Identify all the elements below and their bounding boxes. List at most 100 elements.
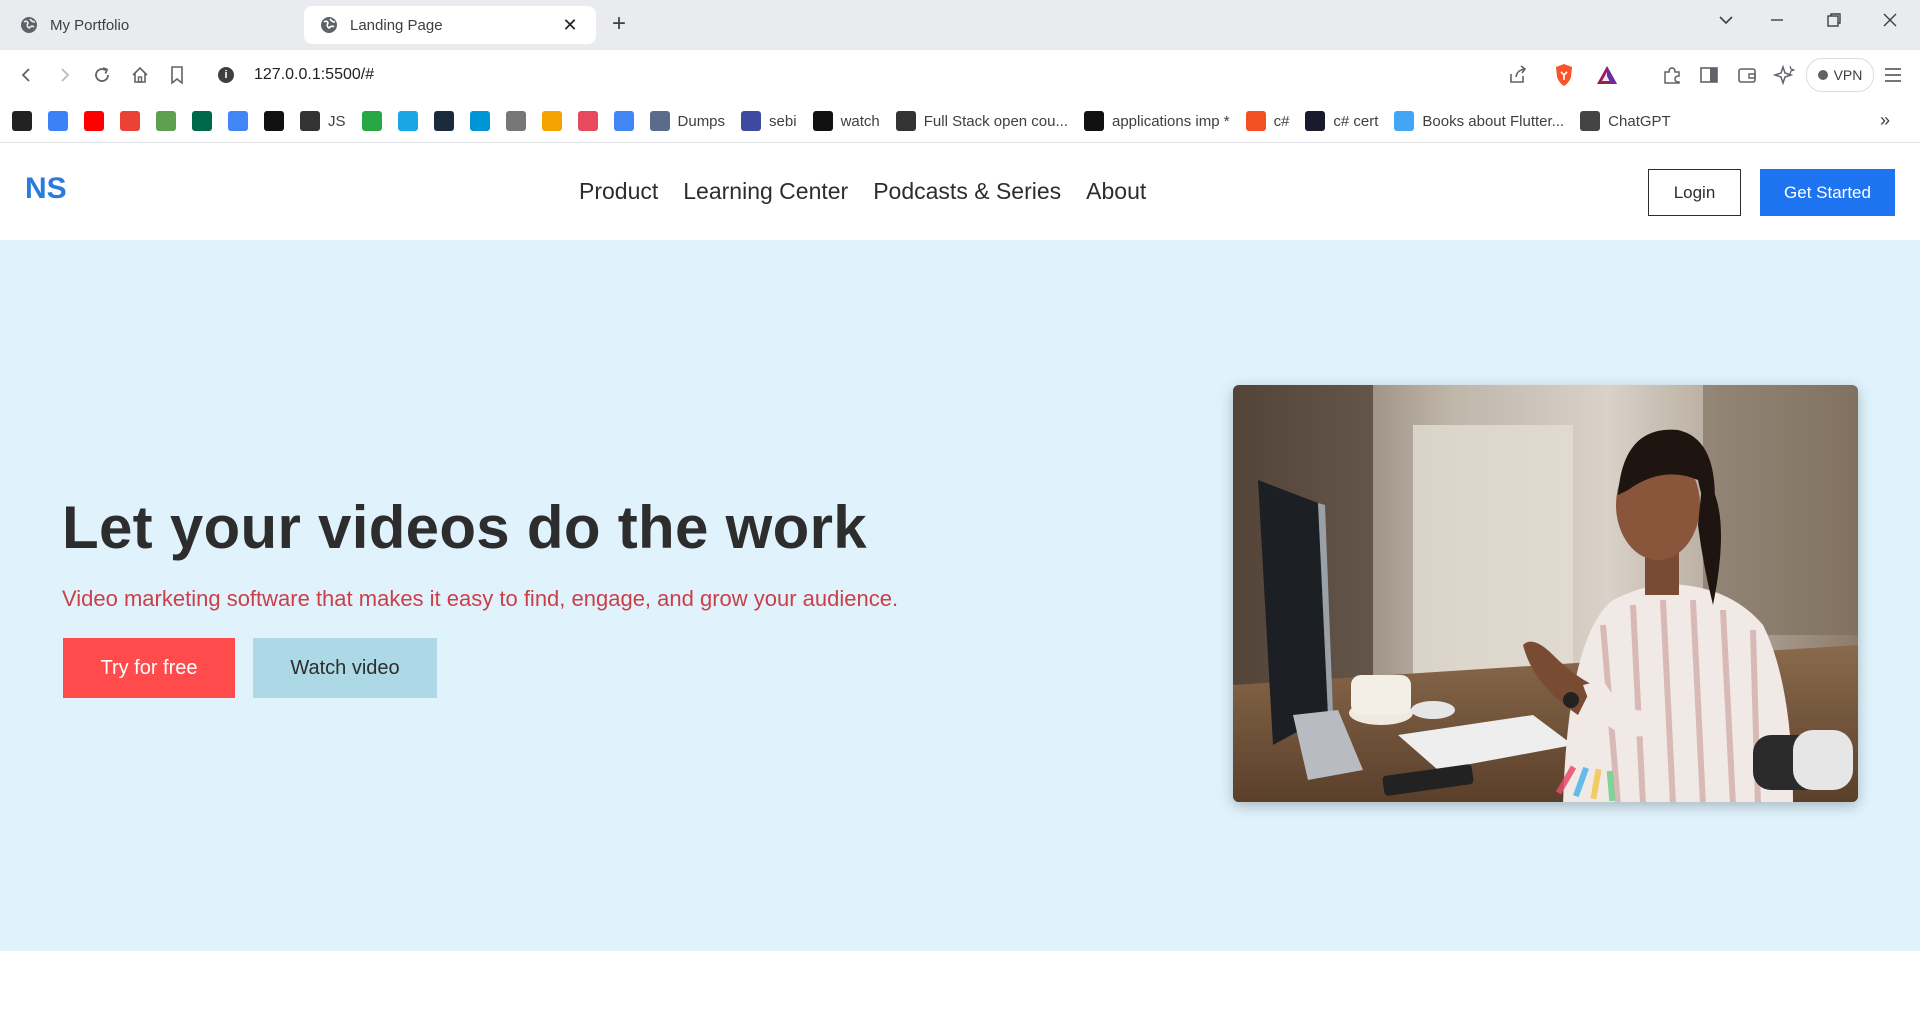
bookmark-item[interactable] [397, 111, 418, 131]
browser-toolbar: i 127.0.0.1:5500/# VPN [0, 50, 1920, 100]
site-info-icon[interactable]: i [218, 67, 234, 83]
share-icon[interactable] [1505, 62, 1531, 88]
reload-icon[interactable] [89, 62, 115, 88]
hero-section: Let your videos do the work Video market… [0, 240, 1920, 951]
bookmark-item[interactable] [156, 111, 176, 131]
bookmark-item[interactable] [613, 111, 634, 131]
nav-podcasts-series[interactable]: Podcasts & Series [873, 178, 1061, 205]
bookmark-item[interactable] [120, 111, 140, 131]
bookmark-item[interactable] [505, 111, 526, 131]
nav-product[interactable]: Product [579, 178, 658, 205]
leo-ai-icon[interactable] [1771, 62, 1797, 88]
amazon-icon [812, 111, 833, 131]
address-bar[interactable]: i 127.0.0.1:5500/# [206, 57, 1640, 93]
bookmark-label: sebi [769, 112, 797, 130]
hero-photo [1233, 385, 1858, 802]
site-logo[interactable]: NS [25, 172, 67, 206]
bookmark-item[interactable]: Dumps [649, 111, 726, 131]
close-tab-icon[interactable]: ✕ [560, 15, 580, 36]
bookmark-item[interactable]: applications imp * [1084, 111, 1230, 131]
extensions-icon[interactable] [1659, 62, 1685, 88]
bookmark-item[interactable] [84, 111, 104, 131]
bookmark-item[interactable]: Books about Flutter... [1394, 111, 1564, 131]
cc-icon [433, 111, 454, 131]
tab-search-chevron-icon[interactable] [1718, 12, 1734, 33]
m-icon [1084, 111, 1104, 131]
home-icon[interactable] [127, 62, 153, 88]
sidebar-icon[interactable] [1696, 62, 1722, 88]
minimize-icon[interactable] [1769, 12, 1785, 33]
bookmark-item[interactable]: c# [1245, 111, 1289, 131]
bookmark-item[interactable] [541, 111, 562, 131]
youtube-icon [84, 111, 104, 131]
gmail-icon [120, 111, 140, 131]
tab-title: My Portfolio [50, 16, 130, 34]
bookmark-item[interactable] [361, 111, 382, 131]
flutter-icon [1394, 111, 1415, 131]
bookmark-item[interactable] [577, 111, 598, 131]
bookmark-item[interactable]: c# cert [1305, 111, 1378, 131]
forward-icon[interactable] [51, 62, 77, 88]
brave-rewards-icon[interactable] [1594, 62, 1620, 88]
microsoft-icon [1245, 111, 1266, 131]
nav-about[interactable]: About [1086, 178, 1146, 205]
vpn-status-icon [1817, 70, 1828, 80]
globe-icon [321, 17, 337, 33]
vpn-button[interactable]: VPN [1806, 58, 1874, 92]
bookmark-label: Books about Flutter... [1422, 112, 1565, 130]
brave-shields-icon[interactable] [1551, 62, 1577, 88]
login-button[interactable]: Login [1648, 169, 1741, 216]
bookmark-item[interactable] [469, 111, 490, 131]
bookmark-item[interactable]: JS [300, 111, 346, 131]
bookmark-item[interactable] [433, 111, 454, 131]
bookmark-item[interactable] [48, 111, 68, 131]
menu-icon[interactable] [1880, 62, 1906, 88]
freecodecamp-icon [361, 111, 382, 131]
site-header: NS Product Learning Center Podcasts & Se… [0, 144, 1920, 240]
mongodb-leaf-icon [192, 111, 212, 131]
try-for-free-button[interactable]: Try for free [63, 638, 235, 698]
bookmark-item[interactable] [12, 111, 32, 131]
c-icon [649, 111, 670, 131]
js-frame-icon [300, 111, 320, 131]
tab-my-portfolio[interactable]: My Portfolio [4, 6, 300, 44]
dark-app-icon [12, 111, 32, 131]
bookmark-icon[interactable] [164, 62, 190, 88]
browser-tab-bar: My Portfolio Landing Page ✕ + [0, 0, 1920, 50]
back-icon[interactable] [14, 62, 40, 88]
get-started-button[interactable]: Get Started [1760, 169, 1895, 216]
bookmark-item[interactable] [264, 111, 284, 131]
bookmarks-bar: JS Dumps sebi watch Full Stack open cou... ap… [0, 100, 1920, 143]
bookmark-label: Dumps [677, 112, 726, 130]
wallet-icon[interactable] [1734, 62, 1760, 88]
analytics-icon [541, 111, 562, 131]
bookmark-label: Full Stack open cou... [923, 112, 1068, 130]
bookmark-item[interactable]: Full Stack open cou... [895, 111, 1068, 131]
watch-video-button[interactable]: Watch video [253, 638, 437, 698]
square-icon [895, 111, 916, 131]
cube-icon [505, 111, 526, 131]
tab-landing-page[interactable]: Landing Page ✕ [304, 6, 596, 44]
angular-a-icon [1305, 111, 1326, 131]
circle-app-icon [577, 111, 598, 131]
nav-learning-center[interactable]: Learning Center [683, 178, 848, 205]
main-nav: Product Learning Center Podcasts & Serie… [579, 178, 1171, 205]
hero-subtitle: Video marketing software that makes it e… [62, 586, 899, 611]
chatgpt-icon [1580, 111, 1601, 131]
notion-icon [264, 111, 284, 131]
cloud-icon [613, 111, 634, 131]
bookmark-item[interactable] [192, 111, 212, 131]
bookmark-label: watch [840, 112, 880, 130]
nodejs-hex-icon [156, 111, 176, 131]
pinwheel-icon [397, 111, 418, 131]
bookmark-item[interactable] [228, 111, 248, 131]
bookmark-item[interactable]: watch [812, 111, 880, 131]
new-tab-icon[interactable]: + [612, 12, 626, 36]
hero-title: Let your videos do the work [62, 494, 867, 561]
bookmark-label: applications imp * [1112, 112, 1230, 130]
bookmark-item[interactable]: sebi [741, 111, 797, 131]
bookmark-item[interactable]: ChatGPT [1580, 111, 1671, 131]
bookmarks-overflow-icon[interactable]: » [1880, 110, 1890, 131]
close-window-icon[interactable] [1882, 12, 1898, 33]
restore-window-icon[interactable] [1826, 12, 1842, 33]
